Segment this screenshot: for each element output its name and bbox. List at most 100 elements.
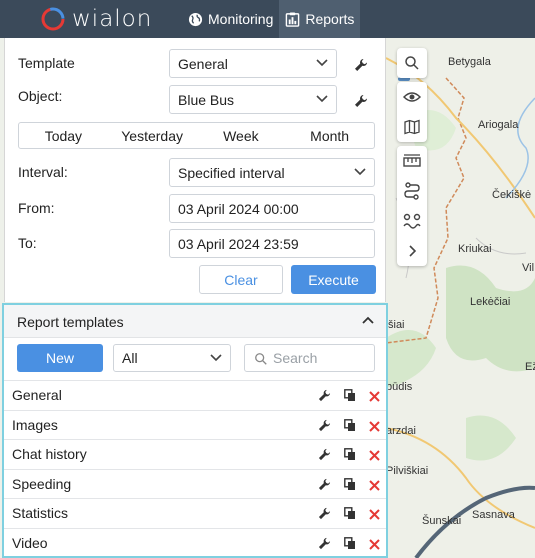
map-track-button[interactable]	[397, 206, 427, 236]
template-row[interactable]: Video	[4, 527, 386, 558]
delete-icon[interactable]	[369, 478, 380, 494]
map-search-button[interactable]	[397, 48, 427, 78]
object-label: Object:	[18, 88, 63, 104]
clear-button[interactable]: Clear	[199, 265, 283, 294]
template-filter-select[interactable]: All	[113, 344, 231, 372]
route-icon	[404, 182, 420, 200]
delete-icon[interactable]	[369, 507, 380, 523]
report-templates-header[interactable]: Report templates	[4, 305, 386, 338]
template-row-name: Speeding	[12, 475, 72, 492]
nav-monitoring-label: Monitoring	[208, 11, 274, 27]
interval-select-value: Specified interval	[178, 164, 285, 181]
wrench-icon[interactable]	[354, 58, 368, 72]
delete-icon[interactable]	[369, 389, 380, 405]
object-select[interactable]: Blue Bus	[169, 85, 337, 114]
nav-reports-label: Reports	[305, 11, 355, 27]
template-row[interactable]: Statistics	[4, 498, 386, 528]
template-row[interactable]: Speeding	[4, 468, 386, 499]
period-month[interactable]: Month	[285, 123, 374, 148]
template-row[interactable]: Chat history	[4, 439, 386, 469]
template-search-input[interactable]: Search	[244, 344, 375, 372]
map-ruler-button[interactable]	[397, 146, 427, 176]
chevron-down-icon	[210, 354, 222, 362]
copy-icon[interactable]	[344, 507, 356, 523]
top-bar: wialon Monitoring Reports	[0, 0, 535, 38]
to-label: To:	[18, 235, 37, 251]
map-route-button[interactable]	[397, 176, 427, 206]
wrench-icon[interactable]	[318, 448, 331, 464]
wrench-icon[interactable]	[318, 478, 331, 494]
map-label-sunskai: Šunskai	[422, 515, 462, 527]
map-label-cekiske: Čekiškė	[492, 189, 532, 201]
period-selector: Today Yesterday Week Month	[18, 122, 375, 149]
template-label: Template	[18, 55, 75, 71]
map-label-kriukai: Kriukai	[458, 243, 492, 255]
interval-select[interactable]: Specified interval	[169, 158, 375, 187]
from-label: From:	[18, 200, 55, 216]
template-row-name: Statistics	[12, 505, 69, 522]
period-yesterday[interactable]: Yesterday	[108, 123, 197, 148]
template-row-name: General	[12, 387, 62, 404]
copy-icon[interactable]	[344, 389, 356, 405]
template-row[interactable]: Images	[4, 409, 386, 440]
wrench-icon[interactable]	[318, 419, 331, 435]
template-row-actions	[318, 389, 380, 405]
map-label-budis: būdis	[386, 381, 413, 393]
delete-icon[interactable]	[369, 537, 380, 553]
template-row-actions	[318, 536, 380, 553]
period-week[interactable]: Week	[197, 123, 286, 148]
template-row-name: Chat history	[12, 446, 87, 463]
wrench-icon[interactable]	[318, 537, 331, 553]
nav-monitoring[interactable]: Monitoring	[182, 0, 279, 38]
map-visibility-button[interactable]	[397, 82, 427, 112]
chevron-down-icon	[316, 59, 328, 67]
from-datetime-input[interactable]: 03 April 2024 00:00	[169, 194, 375, 223]
copy-icon[interactable]	[344, 536, 356, 553]
track-icon	[403, 213, 421, 229]
template-row-actions	[318, 448, 380, 464]
search-icon	[405, 56, 419, 70]
copy-icon[interactable]	[344, 477, 356, 494]
period-today[interactable]: Today	[19, 123, 108, 148]
copy-icon[interactable]	[344, 418, 356, 435]
template-row-actions	[318, 507, 380, 523]
map-expand-button[interactable]	[397, 236, 427, 266]
logo-text: wialon	[72, 6, 153, 32]
wrench-icon[interactable]	[318, 389, 331, 405]
report-templates-title: Report templates	[17, 314, 124, 330]
map-label-ez: Ež	[525, 361, 535, 373]
map-layers-button[interactable]	[397, 112, 427, 142]
map-label-pilviskiai: Pilviškiai	[386, 465, 429, 477]
to-datetime-input[interactable]: 03 April 2024 23:59	[169, 229, 375, 258]
map-label-ariogala: Ariogala	[478, 119, 519, 131]
wrench-icon[interactable]	[318, 507, 331, 523]
template-row-actions	[318, 418, 380, 435]
map-icon	[404, 119, 420, 135]
logo[interactable]: wialon	[40, 0, 182, 38]
template-select-value: General	[178, 55, 228, 72]
map-label-arzdai: arzdai	[386, 425, 416, 437]
search-icon	[255, 353, 267, 365]
template-row[interactable]: General	[4, 380, 386, 410]
map-label-betygala: Betygala	[448, 56, 491, 68]
report-icon	[286, 11, 300, 27]
copy-icon[interactable]	[344, 448, 356, 464]
delete-icon[interactable]	[369, 419, 380, 435]
map-label-siai: šiai	[388, 319, 405, 331]
map-toolbar	[397, 48, 427, 266]
wrench-icon[interactable]	[354, 94, 368, 108]
map-label-lekeciai: Lekėčiai	[470, 296, 511, 308]
map-label-sasnava: Sasnava	[472, 509, 515, 521]
delete-icon[interactable]	[369, 448, 380, 464]
template-row-name: Images	[12, 416, 58, 433]
map-tool-group-measure	[397, 146, 427, 266]
nav-reports[interactable]: Reports	[279, 0, 361, 38]
template-select[interactable]: General	[169, 49, 337, 78]
chevron-down-icon	[316, 95, 328, 103]
logo-mark-icon	[41, 7, 65, 31]
template-filter-value: All	[122, 350, 138, 366]
chevron-up-icon[interactable]	[362, 316, 374, 324]
report-templates-panel: Report templates New All Search General I…	[2, 303, 388, 558]
new-template-button[interactable]: New	[17, 344, 103, 372]
execute-button[interactable]: Execute	[291, 265, 376, 294]
